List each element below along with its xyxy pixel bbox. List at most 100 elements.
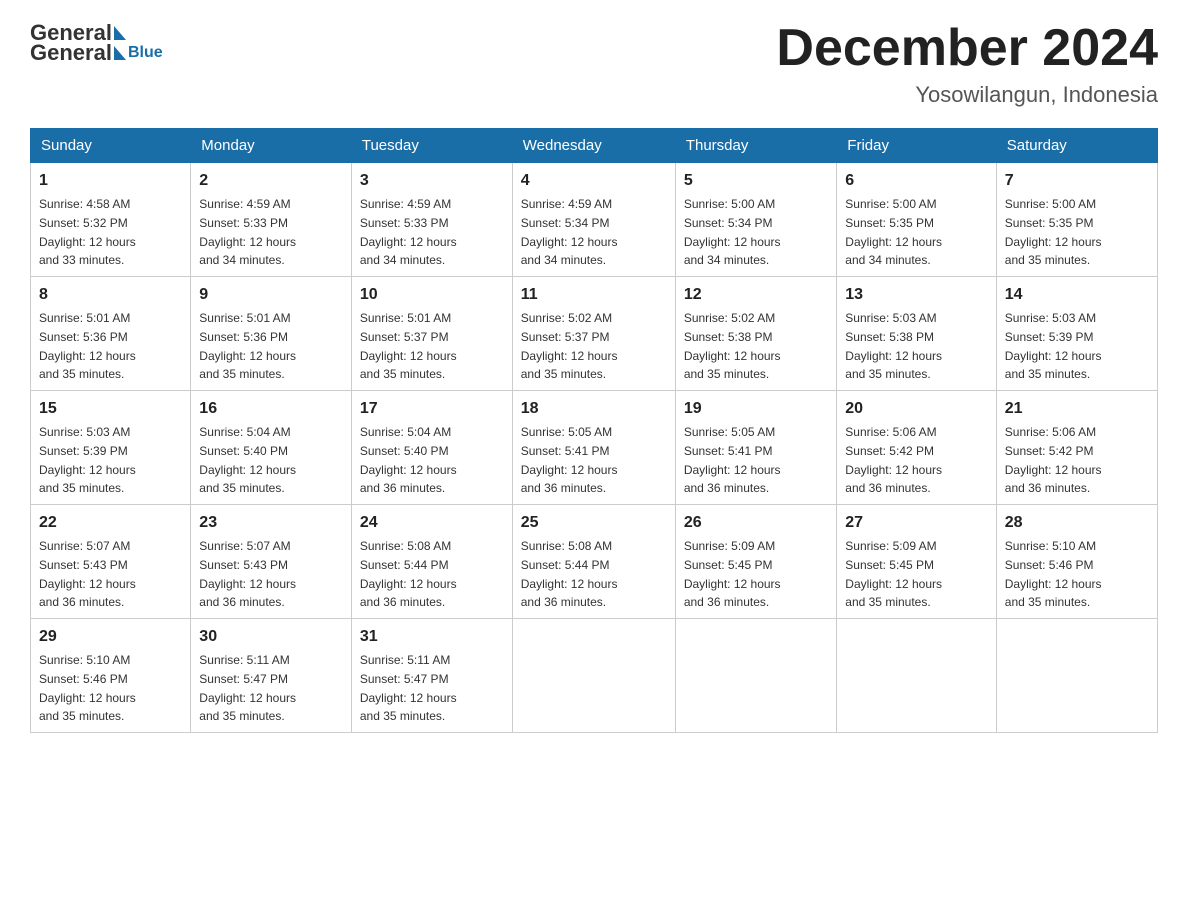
day-number: 1 <box>39 169 182 193</box>
col-header-tuesday: Tuesday <box>351 129 512 163</box>
location-title: Yosowilangun, Indonesia <box>776 82 1158 108</box>
day-info: Sunrise: 5:10 AMSunset: 5:46 PMDaylight:… <box>1005 539 1102 609</box>
table-row: 23 Sunrise: 5:07 AMSunset: 5:43 PMDayligh… <box>191 505 352 619</box>
day-info: Sunrise: 5:00 AMSunset: 5:35 PMDaylight:… <box>1005 197 1102 267</box>
table-row: 26 Sunrise: 5:09 AMSunset: 5:45 PMDayligh… <box>675 505 836 619</box>
day-number: 12 <box>684 283 828 307</box>
page-header: General General Blue December 2024 Yosow… <box>30 20 1158 108</box>
table-row: 29 Sunrise: 5:10 AMSunset: 5:46 PMDayligh… <box>31 619 191 733</box>
table-row: 14 Sunrise: 5:03 AMSunset: 5:39 PMDayligh… <box>996 277 1157 391</box>
day-number: 5 <box>684 169 828 193</box>
table-row: 17 Sunrise: 5:04 AMSunset: 5:40 PMDayligh… <box>351 391 512 505</box>
table-row: 21 Sunrise: 5:06 AMSunset: 5:42 PMDayligh… <box>996 391 1157 505</box>
day-info: Sunrise: 5:01 AMSunset: 5:36 PMDaylight:… <box>199 311 296 381</box>
day-number: 23 <box>199 511 343 535</box>
table-row: 18Sunrise: 5:05 AMSunset: 5:41 PMDayligh… <box>512 391 675 505</box>
table-row: 20Sunrise: 5:06 AMSunset: 5:42 PMDayligh… <box>837 391 996 505</box>
calendar-table: Sunday Monday Tuesday Wednesday Thursday… <box>30 128 1158 733</box>
day-info: Sunrise: 5:03 AMSunset: 5:39 PMDaylight:… <box>39 425 136 495</box>
col-header-sunday: Sunday <box>31 129 191 163</box>
logo: General General Blue <box>30 20 163 66</box>
table-row: 30 Sunrise: 5:11 AMSunset: 5:47 PMDayligh… <box>191 619 352 733</box>
day-info: Sunrise: 5:00 AMSunset: 5:34 PMDaylight:… <box>684 197 781 267</box>
table-row <box>675 619 836 733</box>
table-row: 16 Sunrise: 5:04 AMSunset: 5:40 PMDayligh… <box>191 391 352 505</box>
day-info: Sunrise: 5:08 AMSunset: 5:44 PMDaylight:… <box>521 539 618 609</box>
day-number: 2 <box>199 169 343 193</box>
day-info: Sunrise: 4:59 AMSunset: 5:33 PMDaylight:… <box>199 197 296 267</box>
day-number: 11 <box>521 283 667 307</box>
col-header-thursday: Thursday <box>675 129 836 163</box>
logo-blue-text: Blue <box>128 44 163 62</box>
logo-general-text2: General <box>30 40 112 66</box>
day-info: Sunrise: 5:01 AMSunset: 5:36 PMDaylight:… <box>39 311 136 381</box>
table-row: 10 Sunrise: 5:01 AMSunset: 5:37 PMDayligh… <box>351 277 512 391</box>
day-number: 25 <box>521 511 667 535</box>
day-info: Sunrise: 4:58 AMSunset: 5:32 PMDaylight:… <box>39 197 136 267</box>
day-info: Sunrise: 5:11 AMSunset: 5:47 PMDaylight:… <box>360 653 457 723</box>
day-info: Sunrise: 5:00 AMSunset: 5:35 PMDaylight:… <box>845 197 942 267</box>
day-info: Sunrise: 5:01 AMSunset: 5:37 PMDaylight:… <box>360 311 457 381</box>
logo-triangle-icon2 <box>114 46 126 60</box>
table-row: 13Sunrise: 5:03 AMSunset: 5:38 PMDayligh… <box>837 277 996 391</box>
day-number: 3 <box>360 169 504 193</box>
table-row: 31Sunrise: 5:11 AMSunset: 5:47 PMDayligh… <box>351 619 512 733</box>
table-row <box>996 619 1157 733</box>
table-row: 12Sunrise: 5:02 AMSunset: 5:38 PMDayligh… <box>675 277 836 391</box>
day-number: 29 <box>39 625 182 649</box>
table-row: 11 Sunrise: 5:02 AMSunset: 5:37 PMDayligh… <box>512 277 675 391</box>
calendar-week-2: 8 Sunrise: 5:01 AMSunset: 5:36 PMDaylight… <box>31 277 1158 391</box>
calendar-week-3: 15 Sunrise: 5:03 AMSunset: 5:39 PMDayligh… <box>31 391 1158 505</box>
day-number: 24 <box>360 511 504 535</box>
day-info: Sunrise: 5:10 AMSunset: 5:46 PMDaylight:… <box>39 653 136 723</box>
table-row: 1 Sunrise: 4:58 AMSunset: 5:32 PMDaylight… <box>31 163 191 277</box>
calendar-week-1: 1 Sunrise: 4:58 AMSunset: 5:32 PMDaylight… <box>31 163 1158 277</box>
day-number: 14 <box>1005 283 1149 307</box>
day-info: Sunrise: 5:07 AMSunset: 5:43 PMDaylight:… <box>199 539 296 609</box>
table-row: 8 Sunrise: 5:01 AMSunset: 5:36 PMDaylight… <box>31 277 191 391</box>
col-header-wednesday: Wednesday <box>512 129 675 163</box>
day-info: Sunrise: 5:09 AMSunset: 5:45 PMDaylight:… <box>684 539 781 609</box>
day-info: Sunrise: 4:59 AMSunset: 5:33 PMDaylight:… <box>360 197 457 267</box>
day-info: Sunrise: 5:02 AMSunset: 5:37 PMDaylight:… <box>521 311 618 381</box>
table-row: 22Sunrise: 5:07 AMSunset: 5:43 PMDayligh… <box>31 505 191 619</box>
table-row: 27 Sunrise: 5:09 AMSunset: 5:45 PMDayligh… <box>837 505 996 619</box>
col-header-friday: Friday <box>837 129 996 163</box>
day-info: Sunrise: 5:04 AMSunset: 5:40 PMDaylight:… <box>199 425 296 495</box>
day-number: 30 <box>199 625 343 649</box>
table-row: 7 Sunrise: 5:00 AMSunset: 5:35 PMDaylight… <box>996 163 1157 277</box>
day-info: Sunrise: 5:06 AMSunset: 5:42 PMDaylight:… <box>1005 425 1102 495</box>
day-info: Sunrise: 5:11 AMSunset: 5:47 PMDaylight:… <box>199 653 296 723</box>
table-row: 19Sunrise: 5:05 AMSunset: 5:41 PMDayligh… <box>675 391 836 505</box>
day-number: 16 <box>199 397 343 421</box>
day-info: Sunrise: 5:04 AMSunset: 5:40 PMDaylight:… <box>360 425 457 495</box>
table-row: 2 Sunrise: 4:59 AMSunset: 5:33 PMDaylight… <box>191 163 352 277</box>
calendar-week-5: 29 Sunrise: 5:10 AMSunset: 5:46 PMDayligh… <box>31 619 1158 733</box>
col-header-monday: Monday <box>191 129 352 163</box>
title-area: December 2024 Yosowilangun, Indonesia <box>776 20 1158 108</box>
day-number: 13 <box>845 283 987 307</box>
day-number: 7 <box>1005 169 1149 193</box>
day-number: 21 <box>1005 397 1149 421</box>
day-number: 10 <box>360 283 504 307</box>
logo-triangle-icon <box>114 26 126 40</box>
day-number: 27 <box>845 511 987 535</box>
day-info: Sunrise: 5:09 AMSunset: 5:45 PMDaylight:… <box>845 539 942 609</box>
table-row: 3 Sunrise: 4:59 AMSunset: 5:33 PMDaylight… <box>351 163 512 277</box>
day-number: 6 <box>845 169 987 193</box>
table-row <box>512 619 675 733</box>
calendar-header-row: Sunday Monday Tuesday Wednesday Thursday… <box>31 129 1158 163</box>
table-row <box>837 619 996 733</box>
day-number: 8 <box>39 283 182 307</box>
day-info: Sunrise: 5:05 AMSunset: 5:41 PMDaylight:… <box>521 425 618 495</box>
day-info: Sunrise: 4:59 AMSunset: 5:34 PMDaylight:… <box>521 197 618 267</box>
day-number: 28 <box>1005 511 1149 535</box>
table-row: 9Sunrise: 5:01 AMSunset: 5:36 PMDaylight… <box>191 277 352 391</box>
table-row: 25 Sunrise: 5:08 AMSunset: 5:44 PMDayligh… <box>512 505 675 619</box>
day-number: 17 <box>360 397 504 421</box>
day-info: Sunrise: 5:06 AMSunset: 5:42 PMDaylight:… <box>845 425 942 495</box>
day-info: Sunrise: 5:03 AMSunset: 5:39 PMDaylight:… <box>1005 311 1102 381</box>
day-number: 15 <box>39 397 182 421</box>
table-row: 4Sunrise: 4:59 AMSunset: 5:34 PMDaylight… <box>512 163 675 277</box>
day-number: 26 <box>684 511 828 535</box>
